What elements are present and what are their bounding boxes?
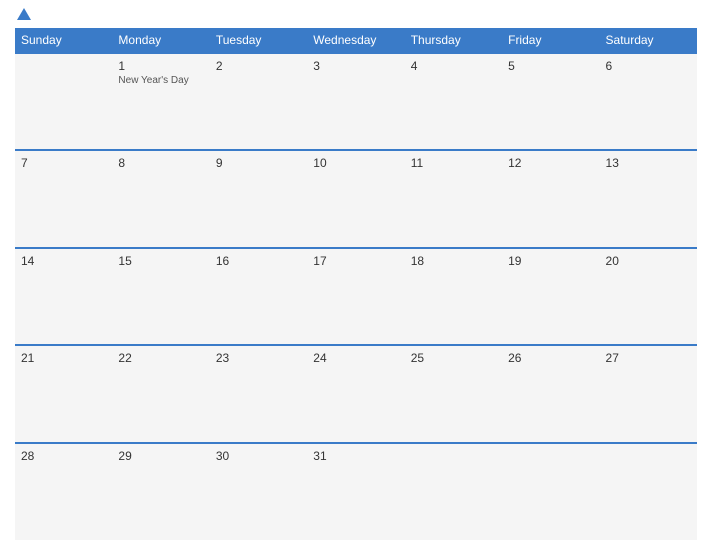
day-number: 25 [411,351,496,365]
day-number: 17 [313,254,398,268]
calendar-cell: 16 [210,248,307,345]
week-row-2: 789 10 11 12 13 [15,150,697,247]
weekday-header-saturday: Saturday [600,28,697,53]
day-number: 22 [118,351,203,365]
calendar-cell: 14 [15,248,112,345]
calendar-cell: 13 [600,150,697,247]
day-number: 19 [508,254,593,268]
weekday-header-thursday: Thursday [405,28,502,53]
calendar-cell: 9 [210,150,307,247]
day-number: 27 [606,351,691,365]
day-number: 5 [508,59,593,73]
day-number: 11 [411,156,496,170]
day-number: 13 [606,156,691,170]
calendar-table: SundayMondayTuesdayWednesdayThursdayFrid… [15,28,697,540]
weekday-header-friday: Friday [502,28,599,53]
calendar-cell [502,443,599,540]
calendar-cell: 19 [502,248,599,345]
calendar-cell: 24 [307,345,404,442]
week-row-5: 28 29 30 31 [15,443,697,540]
calendar-cell [15,53,112,150]
day-number: 6 [606,59,691,73]
calendar-cell: 3 [307,53,404,150]
day-number: 7 [21,156,106,170]
calendar-container: SundayMondayTuesdayWednesdayThursdayFrid… [0,0,712,550]
calendar-cell: 5 [502,53,599,150]
day-number: 9 [216,156,301,170]
calendar-cell: 1 New Year's Day [112,53,209,150]
weekday-header-wednesday: Wednesday [307,28,404,53]
calendar-cell: 23 [210,345,307,442]
calendar-cell: 31 [307,443,404,540]
calendar-cell: 21 [15,345,112,442]
calendar-cell: 15 [112,248,209,345]
day-number: 24 [313,351,398,365]
weekday-header-row: SundayMondayTuesdayWednesdayThursdayFrid… [15,28,697,53]
calendar-cell: 8 [112,150,209,247]
day-number: 26 [508,351,593,365]
header [15,10,697,20]
calendar-cell: 27 [600,345,697,442]
calendar-cell: 29 [112,443,209,540]
day-number: 14 [21,254,106,268]
calendar-cell: 26 [502,345,599,442]
holiday-name: New Year's Day [118,75,203,86]
day-number: 31 [313,449,398,463]
day-number: 16 [216,254,301,268]
calendar-cell: 25 [405,345,502,442]
day-number: 20 [606,254,691,268]
calendar-cell: 11 [405,150,502,247]
calendar-cell: 28 [15,443,112,540]
calendar-cell [405,443,502,540]
day-number: 3 [313,59,398,73]
weekday-header-tuesday: Tuesday [210,28,307,53]
day-number: 15 [118,254,203,268]
calendar-cell [600,443,697,540]
calendar-cell: 30 [210,443,307,540]
logo-triangle-icon [17,8,31,20]
day-number: 21 [21,351,106,365]
day-number: 12 [508,156,593,170]
week-row-1: 1 New Year's Day 23456 [15,53,697,150]
day-number: 10 [313,156,398,170]
calendar-cell: 6 [600,53,697,150]
calendar-cell: 17 [307,248,404,345]
calendar-cell: 20 [600,248,697,345]
calendar-cell: 22 [112,345,209,442]
calendar-cell: 2 [210,53,307,150]
calendar-cell: 12 [502,150,599,247]
day-number: 23 [216,351,301,365]
weekday-header-monday: Monday [112,28,209,53]
day-number: 28 [21,449,106,463]
weekday-header-sunday: Sunday [15,28,112,53]
week-row-3: 14 15 16 17 18 19 20 [15,248,697,345]
calendar-cell: 18 [405,248,502,345]
day-number: 29 [118,449,203,463]
week-row-4: 21 22 23 24 25 26 27 [15,345,697,442]
calendar-cell: 4 [405,53,502,150]
day-number: 18 [411,254,496,268]
day-number: 30 [216,449,301,463]
day-number: 2 [216,59,301,73]
logo [15,10,31,20]
day-number: 4 [411,59,496,73]
day-number: 1 [118,59,203,73]
calendar-cell: 7 [15,150,112,247]
day-number: 8 [118,156,203,170]
calendar-cell: 10 [307,150,404,247]
